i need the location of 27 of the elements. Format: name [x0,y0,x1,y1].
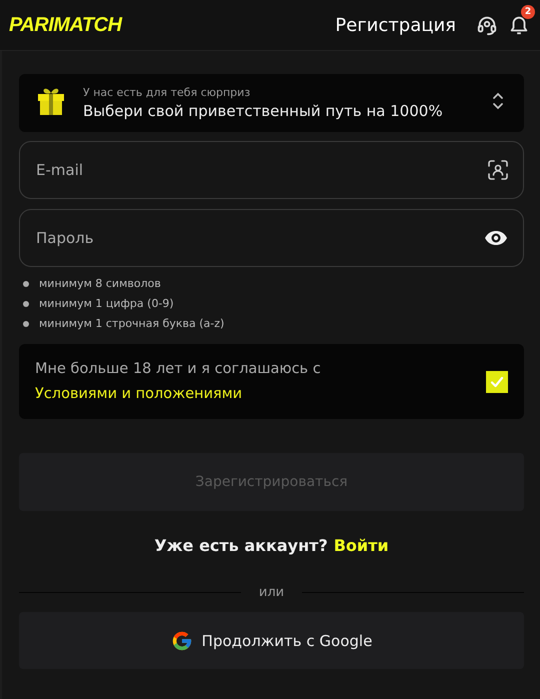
consent-text: Мне больше 18 лет и я соглашаюсь с [35,360,321,376]
email-field[interactable]: E-mail [19,141,524,199]
promo-caption: У нас есть для тебя сюрприз [83,86,252,99]
support-headset-icon[interactable] [476,14,498,36]
consent-checkbox[interactable] [486,370,508,392]
promo-title: Выбери свой приветственный путь на 1000% [83,102,444,120]
bullet-icon [23,320,29,326]
terms-link[interactable]: Условиями и положениями [35,386,242,402]
password-field[interactable]: Пароль [19,209,524,267]
password-rule: минимум 1 строчная буква (a-z) [39,317,224,330]
bullet-icon [23,280,29,286]
promo-selector[interactable]: У нас есть для тебя сюрприз Выбери свой приветственный путь на 1000% [19,74,524,132]
check-icon [490,376,504,388]
login-link[interactable]: Войти [334,536,389,555]
password-rule: минимум 1 цифра (0-9) [39,297,174,310]
bullet-icon [23,300,29,306]
logo[interactable]: PARIMATCH [9,14,122,36]
login-prompt: Уже есть аккаунт? [154,536,328,555]
divider-label: или [258,585,284,600]
notification-badge: 2 [521,5,535,19]
password-rule: минимум 8 символов [39,277,161,290]
face-scan-icon[interactable] [488,160,508,180]
eye-icon[interactable] [484,230,508,246]
bell-icon[interactable] [508,14,530,36]
google-button[interactable]: Продолжить с Google [19,612,524,669]
page-title: Регистрация [335,14,456,36]
google-g-icon [170,630,193,652]
